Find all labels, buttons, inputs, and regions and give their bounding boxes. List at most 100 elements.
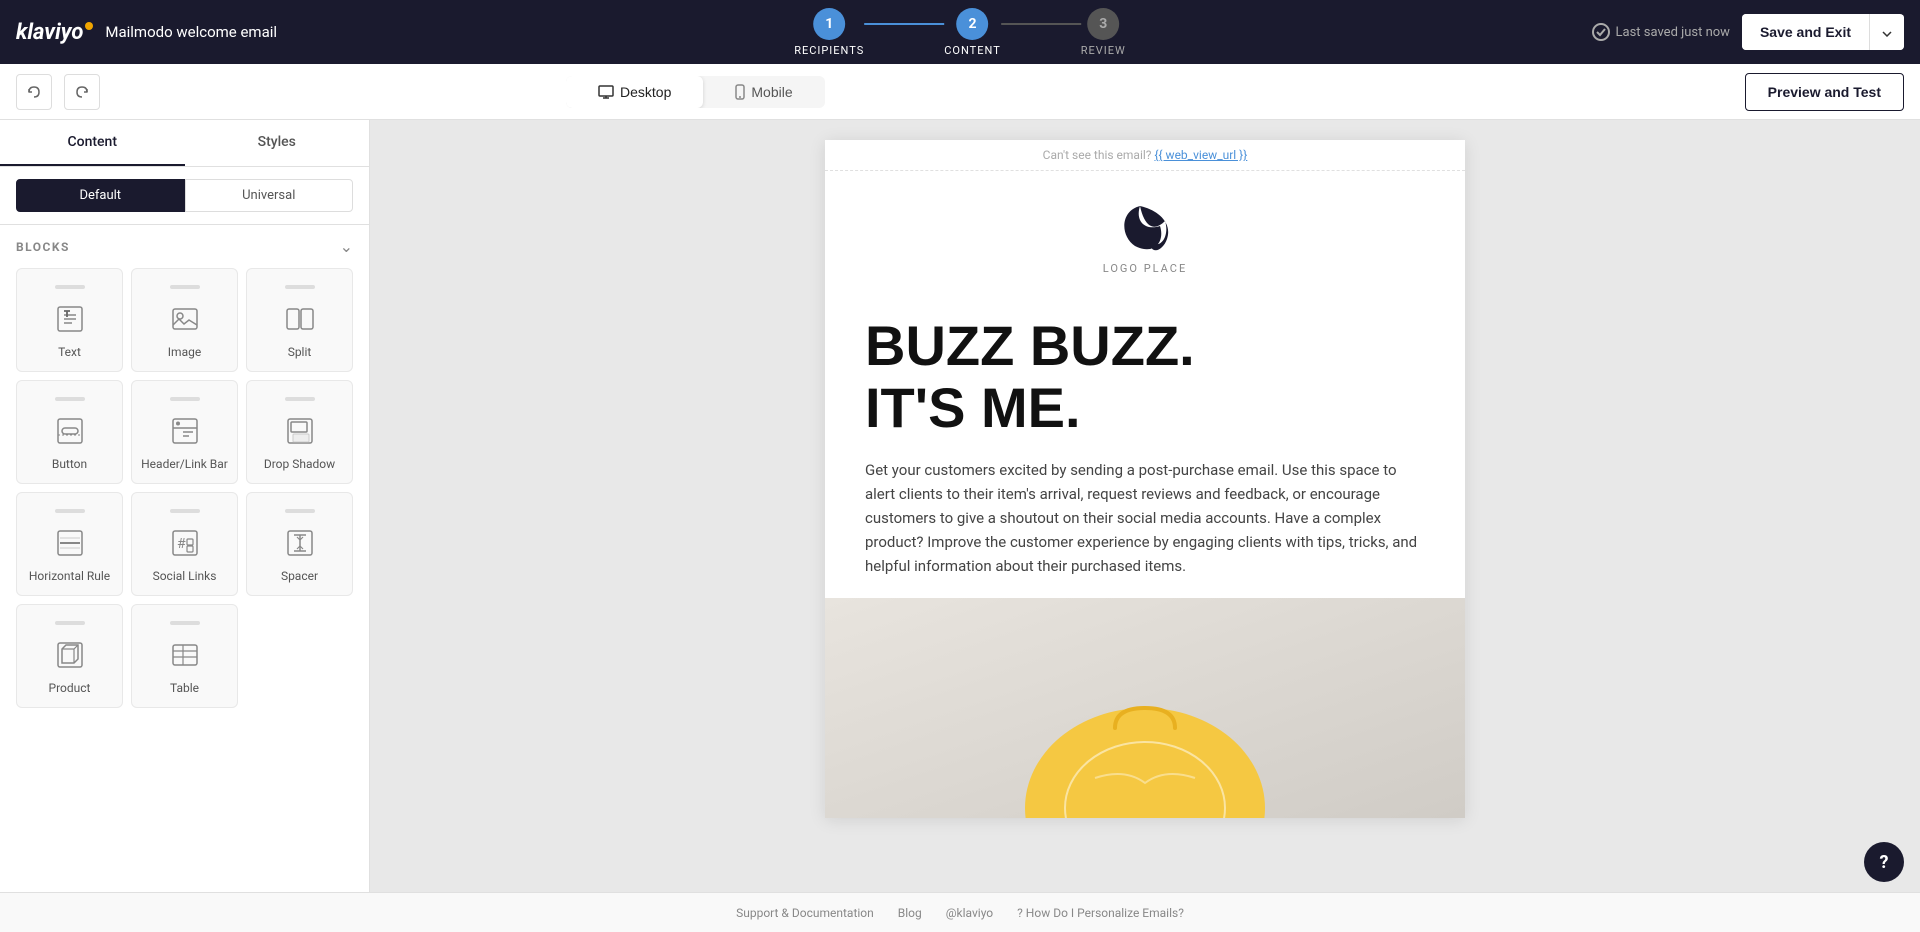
subtab-default[interactable]: Default (16, 179, 185, 212)
step-2-label: CONTENT (944, 44, 1001, 57)
subtab-universal[interactable]: Universal (185, 179, 354, 212)
split-block-icon (282, 301, 318, 337)
drag-handle (55, 621, 85, 625)
step-1-circle: 1 (813, 8, 845, 40)
drag-handle (285, 509, 315, 513)
mobile-view-button[interactable]: Mobile (703, 76, 824, 108)
block-button[interactable]: Button (16, 380, 123, 484)
saved-icon (1592, 23, 1610, 41)
block-social-links-label: Social Links (153, 569, 217, 583)
block-split-label: Split (288, 345, 312, 359)
blocks-title: BLOCKS (16, 240, 70, 254)
main-layout: Content Styles Default Universal BLOCKS … (0, 120, 1920, 932)
blocks-header: BLOCKS ⌄ (16, 237, 353, 256)
block-drop-shadow-label: Drop Shadow (264, 457, 335, 471)
drag-handle (285, 285, 315, 289)
tab-content[interactable]: Content (0, 120, 185, 166)
block-image[interactable]: Image (131, 268, 238, 372)
sidebar-tabs: Content Styles (0, 120, 369, 167)
sub-toolbar: Desktop Mobile Preview and Test (0, 64, 1920, 120)
button-block-icon (52, 413, 88, 449)
step-1-label: RECIPIENTS (794, 44, 864, 57)
drag-handle (170, 621, 200, 625)
drag-handle (55, 285, 85, 289)
save-exit-main[interactable]: Save and Exit (1742, 14, 1870, 50)
step-line-2-3 (1001, 23, 1081, 25)
block-product[interactable]: Product (16, 604, 123, 708)
email-canvas: Can't see this email? {{ web_view_url }}… (825, 140, 1465, 818)
block-table-label: Table (170, 681, 199, 695)
email-headline: BUZZ BUZZ. IT'S ME. (825, 295, 1465, 448)
block-spacer-label: Spacer (281, 569, 318, 583)
drag-handle (170, 509, 200, 513)
klaviyo-logo: klaviyo (16, 20, 93, 45)
support-docs-link[interactable]: Support & Documentation (736, 906, 874, 920)
help-button[interactable]: ? (1864, 842, 1904, 882)
social-links-icon: # (167, 525, 203, 561)
image-block-icon (167, 301, 203, 337)
block-button-label: Button (52, 457, 87, 471)
step-content[interactable]: 2 CONTENT (944, 8, 1001, 57)
block-split[interactable]: Split (246, 268, 353, 372)
block-text-label: Text (58, 345, 81, 359)
email-logo-area: LOGO PLACE (825, 171, 1465, 295)
email-body-text: Get your customers excited by sending a … (825, 448, 1465, 598)
preview-test-button[interactable]: Preview and Test (1745, 73, 1904, 111)
logo-placeholder: LOGO PLACE (1103, 201, 1187, 275)
drop-shadow-icon (282, 413, 318, 449)
last-saved: Last saved just now (1592, 23, 1730, 41)
blocks-section: BLOCKS ⌄ Text (0, 225, 369, 932)
spacer-icon (282, 525, 318, 561)
redo-button[interactable] (64, 74, 100, 110)
sidebar: Content Styles Default Universal BLOCKS … (0, 120, 370, 932)
block-header-link-bar-label: Header/Link Bar (141, 457, 228, 471)
block-horizontal-rule[interactable]: Horizontal Rule (16, 492, 123, 596)
logo-place-text: LOGO PLACE (1103, 262, 1187, 275)
desktop-view-button[interactable]: Desktop (566, 76, 703, 108)
step-review[interactable]: 3 REVIEW (1081, 8, 1126, 57)
block-spacer[interactable]: Spacer (246, 492, 353, 596)
block-social-links[interactable]: # Social Links (131, 492, 238, 596)
step-2-circle: 2 (957, 8, 989, 40)
drag-handle (55, 397, 85, 401)
page-footer: Support & Documentation Blog @klaviyo ? … (0, 892, 1920, 932)
drag-handle (170, 397, 200, 401)
drag-handle (285, 397, 315, 401)
personalize-help-link[interactable]: ? How Do I Personalize Emails? (1017, 906, 1184, 920)
header-link-bar-icon (167, 413, 203, 449)
block-text[interactable]: Text (16, 268, 123, 372)
nav-steps: 1 RECIPIENTS 2 CONTENT 3 REVIEW (794, 8, 1126, 57)
drag-handle (55, 509, 85, 513)
logo-area: klaviyo Mailmodo welcome email (16, 20, 316, 45)
tab-styles[interactable]: Styles (185, 120, 370, 166)
svg-text:#: # (177, 536, 186, 552)
nav-right: Last saved just now Save and Exit (1592, 14, 1904, 50)
cant-see-bar: Can't see this email? {{ web_view_url }} (825, 140, 1465, 171)
drag-handle (170, 285, 200, 289)
step-3-circle: 3 (1087, 8, 1119, 40)
style-subtabs: Default Universal (0, 167, 369, 225)
brand-logo-icon (1115, 201, 1175, 256)
blog-link[interactable]: Blog (898, 906, 922, 920)
undo-button[interactable] (16, 74, 52, 110)
product-icon (52, 637, 88, 673)
step-3-label: REVIEW (1081, 44, 1126, 57)
email-title: Mailmodo welcome email (105, 23, 277, 41)
block-drop-shadow[interactable]: Drop Shadow (246, 380, 353, 484)
block-product-label: Product (49, 681, 91, 695)
blocks-grid: Text Image (16, 268, 353, 708)
product-bg-svg (825, 598, 1465, 818)
block-header-link-bar[interactable]: Header/Link Bar (131, 380, 238, 484)
top-nav: klaviyo Mailmodo welcome email 1 RECIPIE… (0, 0, 1920, 64)
table-icon (167, 637, 203, 673)
step-recipients[interactable]: 1 RECIPIENTS (794, 8, 864, 57)
block-table[interactable]: Table (131, 604, 238, 708)
view-toggle: Desktop Mobile (566, 76, 825, 108)
text-block-icon (52, 301, 88, 337)
save-exit-dropdown[interactable] (1870, 15, 1904, 50)
blocks-collapse-icon[interactable]: ⌄ (340, 237, 353, 256)
twitter-link[interactable]: @klaviyo (946, 906, 993, 920)
save-exit-button[interactable]: Save and Exit (1742, 14, 1904, 50)
web-view-link[interactable]: {{ web_view_url }} (1154, 148, 1247, 162)
block-horizontal-rule-label: Horizontal Rule (29, 569, 110, 583)
